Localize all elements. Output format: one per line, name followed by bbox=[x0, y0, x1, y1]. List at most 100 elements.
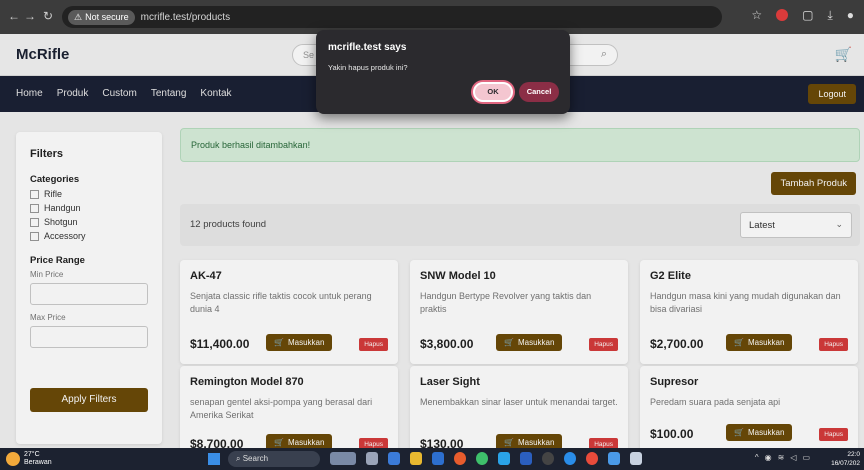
dialog-ok-button[interactable]: OK bbox=[473, 82, 513, 102]
confirm-dialog: mcrifle.test says Yakin hapus produk ini… bbox=[316, 30, 570, 114]
filters-sidebar: Filters Categories Rifle Handgun Shotgun… bbox=[16, 132, 162, 444]
browser-toolbar-right: ☆ ▢ ⤓ ● bbox=[751, 8, 854, 23]
taskview-icon[interactable] bbox=[366, 452, 378, 465]
app-icon[interactable] bbox=[564, 452, 576, 465]
weather-widget[interactable]: 27°C Berawan bbox=[6, 451, 52, 467]
app-icon[interactable] bbox=[542, 452, 554, 465]
max-price-input[interactable] bbox=[30, 326, 148, 348]
delete-button[interactable]: Hapus bbox=[819, 428, 848, 441]
volume-icon[interactable]: ◁ bbox=[790, 453, 796, 462]
add-to-cart-button[interactable]: 🛒 Masukkan bbox=[496, 334, 563, 351]
wifi-icon[interactable]: ≋ bbox=[778, 453, 785, 462]
product-name: Remington Model 870 bbox=[190, 376, 304, 388]
clock-time: 22:0 bbox=[847, 451, 860, 458]
delete-button[interactable]: Hapus bbox=[589, 338, 618, 351]
delete-button[interactable]: Hapus bbox=[359, 338, 388, 351]
logout-button[interactable]: Logout bbox=[808, 84, 856, 104]
nav-tentang[interactable]: Tentang bbox=[151, 88, 187, 99]
not-secure-label: Not secure bbox=[85, 12, 129, 22]
app-icon[interactable] bbox=[388, 452, 400, 465]
apply-filters-button[interactable]: Apply Filters bbox=[30, 388, 148, 412]
warning-icon: ⚠ bbox=[74, 11, 83, 22]
checkbox[interactable] bbox=[30, 203, 39, 213]
dialog-message: Yakin hapus produk ini? bbox=[328, 63, 408, 72]
categories-title: Categories bbox=[30, 174, 80, 185]
checkbox[interactable] bbox=[30, 189, 39, 199]
add-product-button[interactable]: Tambah Produk bbox=[771, 172, 856, 195]
add-to-cart-button[interactable]: 🛒 Masukkan bbox=[726, 334, 793, 351]
reload-icon[interactable]: ↻ bbox=[40, 8, 56, 24]
nav-home[interactable]: Home bbox=[16, 88, 43, 99]
category-handgun[interactable]: Handgun bbox=[30, 203, 148, 213]
address-bar[interactable]: ⚠ Not secure mcrifle.test/products bbox=[62, 6, 722, 28]
product-card: Remington Model 870 senapan gentel aksi-… bbox=[180, 366, 398, 456]
widget-icon[interactable] bbox=[330, 452, 356, 465]
product-card: AK-47 Senjata classic rifle taktis cocok… bbox=[180, 260, 398, 364]
chrome-icon[interactable] bbox=[454, 452, 466, 465]
add-to-cart-button[interactable]: 🛒 Masukkan bbox=[266, 334, 333, 351]
folder-icon[interactable] bbox=[410, 452, 422, 465]
nav-custom[interactable]: Custom bbox=[102, 88, 136, 99]
category-label: Handgun bbox=[44, 203, 81, 213]
cart-icon[interactable]: 🛒 bbox=[835, 46, 852, 63]
add-to-cart-label: Masukkan bbox=[517, 338, 555, 347]
vscode-icon[interactable] bbox=[498, 452, 510, 465]
success-alert: Produk berhasil ditambahkan! bbox=[180, 128, 860, 162]
dialog-title: mcrifle.test says bbox=[328, 42, 407, 53]
whatsapp-icon[interactable] bbox=[476, 452, 488, 465]
word-icon[interactable] bbox=[520, 452, 532, 465]
browser-chrome: ← → ↻ ⚠ Not secure mcrifle.test/products… bbox=[0, 0, 864, 34]
add-to-cart-label: Masukkan bbox=[287, 438, 325, 447]
app-icon[interactable] bbox=[630, 452, 642, 465]
product-name: SNW Model 10 bbox=[420, 270, 496, 282]
app-icon[interactable] bbox=[586, 452, 598, 465]
max-price-label: Max Price bbox=[30, 313, 66, 322]
category-shotgun[interactable]: Shotgun bbox=[30, 217, 148, 227]
weather-icon bbox=[6, 452, 20, 466]
extension-icon[interactable] bbox=[776, 9, 789, 21]
filters-title: Filters bbox=[30, 148, 64, 160]
product-desc: Menembakkan sinar laser untuk menandai t… bbox=[420, 397, 618, 407]
battery-icon[interactable]: ▭ bbox=[802, 453, 810, 462]
site-logo[interactable]: McRifle bbox=[16, 46, 69, 63]
search-icon[interactable]: ⌕ bbox=[601, 48, 607, 61]
add-to-cart-button[interactable]: 🛒 Masukkan bbox=[726, 424, 793, 441]
product-price: $100.00 bbox=[650, 427, 694, 441]
add-to-cart-label: Masukkan bbox=[747, 338, 785, 347]
dialog-cancel-button[interactable]: Cancel bbox=[519, 82, 559, 102]
photos-icon[interactable] bbox=[608, 452, 620, 465]
sort-select[interactable]: Latest ⌄ bbox=[740, 212, 852, 238]
forward-arrow-icon[interactable]: → bbox=[22, 8, 38, 24]
sidepanel-icon[interactable]: ▢ bbox=[802, 8, 813, 23]
product-name: Laser Sight bbox=[420, 376, 480, 388]
profile-icon[interactable]: ● bbox=[847, 8, 854, 23]
clock-date: 16/07/202 bbox=[831, 460, 860, 467]
category-rifle[interactable]: Rifle bbox=[30, 189, 148, 199]
back-arrow-icon[interactable]: ← bbox=[6, 8, 22, 24]
taskbar-search[interactable]: ⌕ Search bbox=[228, 451, 320, 467]
taskbar-clock[interactable]: 22:0 16/07/202 bbox=[831, 450, 860, 468]
network-icon[interactable]: ◉ bbox=[765, 453, 772, 462]
chevron-up-icon[interactable]: ^ bbox=[755, 453, 759, 462]
sort-value: Latest bbox=[749, 220, 775, 231]
store-icon[interactable] bbox=[432, 452, 444, 465]
not-secure-badge[interactable]: ⚠ Not secure bbox=[68, 9, 135, 25]
checkbox[interactable] bbox=[30, 231, 39, 241]
nav-produk[interactable]: Produk bbox=[57, 88, 89, 99]
product-desc: Handgun Bertype Revolver yang taktis dan… bbox=[420, 291, 592, 314]
system-tray: ^ ◉ ≋ ◁ ▭ bbox=[755, 453, 810, 462]
cart-icon: 🛒 bbox=[504, 438, 514, 447]
cart-icon: 🛒 bbox=[734, 428, 744, 437]
min-price-input[interactable] bbox=[30, 283, 148, 305]
product-desc: senapan gentel aksi-pompa yang berasal d… bbox=[190, 397, 373, 420]
bookmark-star-icon[interactable]: ☆ bbox=[751, 8, 762, 23]
category-accessory[interactable]: Accessory bbox=[30, 231, 148, 241]
product-card: SNW Model 10 Handgun Bertype Revolver ya… bbox=[410, 260, 628, 364]
windows-start-icon[interactable] bbox=[208, 453, 220, 465]
chevron-down-icon: ⌄ bbox=[835, 219, 843, 229]
category-label: Accessory bbox=[44, 231, 86, 241]
delete-button[interactable]: Hapus bbox=[819, 338, 848, 351]
nav-kontak[interactable]: Kontak bbox=[200, 88, 231, 99]
checkbox[interactable] bbox=[30, 217, 39, 227]
download-icon[interactable]: ⤓ bbox=[827, 8, 832, 23]
